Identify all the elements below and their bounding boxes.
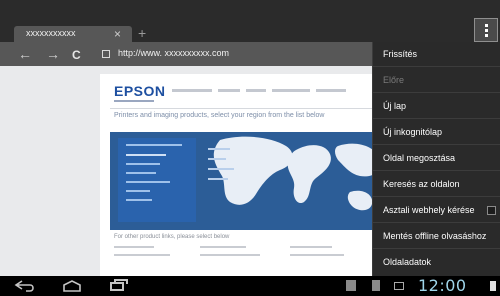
menu-item-label: Asztali webhely kérése bbox=[383, 205, 475, 215]
recent-apps-icon[interactable] bbox=[110, 279, 128, 291]
menu-item-label: Keresés az oldalon bbox=[383, 179, 460, 189]
country-link[interactable] bbox=[208, 158, 226, 160]
panel-heading bbox=[126, 144, 182, 146]
epson-page: EPSON Printers and imaging products, sel… bbox=[100, 74, 390, 276]
back-icon[interactable] bbox=[14, 280, 36, 292]
back-arrow-icon[interactable]: ← bbox=[18, 46, 32, 62]
site-nav-link[interactable] bbox=[172, 89, 212, 92]
country-link[interactable] bbox=[208, 168, 234, 170]
menu-item-label: Új inkognitólap bbox=[383, 127, 443, 137]
system-navigation-bar: 12:00 bbox=[0, 276, 500, 296]
menu-item-new-tab[interactable]: Új lap bbox=[373, 94, 500, 119]
country-link[interactable] bbox=[208, 178, 228, 180]
logo-tagline bbox=[114, 100, 154, 102]
page-icon bbox=[102, 50, 110, 58]
menu-item-find-in-page[interactable]: Keresés az oldalon bbox=[373, 172, 500, 197]
secondary-heading: For other product links, please select b… bbox=[114, 234, 230, 240]
region-link[interactable] bbox=[126, 163, 160, 165]
browser-tab[interactable]: xxxxxxxxxxx × bbox=[14, 26, 132, 42]
desktop-site-checkbox[interactable] bbox=[487, 206, 496, 215]
menu-item-label: Oldal megosztása bbox=[383, 153, 456, 163]
tablet-screen: xxxxxxxxxxx × + ← → C http://www. xxxxxx… bbox=[0, 0, 500, 296]
wifi-icon[interactable] bbox=[394, 282, 404, 290]
tab-bar: xxxxxxxxxxx × + bbox=[0, 0, 500, 42]
region-link[interactable] bbox=[126, 154, 166, 156]
tab-title: xxxxxxxxxxx bbox=[26, 28, 76, 38]
sd-card-icon[interactable] bbox=[372, 280, 380, 291]
region-list-panel bbox=[118, 138, 196, 222]
menu-item-save-offline[interactable]: Mentés offline olvasáshoz bbox=[373, 224, 500, 249]
menu-item-refresh[interactable]: Frissítés bbox=[373, 42, 500, 67]
product-link[interactable] bbox=[290, 254, 344, 256]
product-link[interactable] bbox=[200, 254, 260, 256]
site-nav-link[interactable] bbox=[218, 89, 240, 92]
close-icon[interactable]: × bbox=[114, 26, 121, 42]
menu-item-label: Új lap bbox=[383, 101, 407, 111]
world-map-image bbox=[213, 136, 381, 211]
product-link[interactable] bbox=[114, 254, 170, 256]
menu-item-label: Frissítés bbox=[383, 49, 418, 59]
notification-icon[interactable] bbox=[346, 280, 356, 291]
menu-dot bbox=[484, 28, 488, 32]
product-link[interactable] bbox=[200, 246, 246, 248]
site-nav-link[interactable] bbox=[246, 89, 266, 92]
site-nav-link[interactable] bbox=[272, 89, 310, 92]
epson-logo[interactable]: EPSON bbox=[114, 84, 166, 98]
site-nav-link[interactable] bbox=[316, 89, 346, 92]
clock[interactable]: 12:00 bbox=[418, 276, 467, 296]
country-link[interactable] bbox=[208, 148, 230, 150]
address-bar[interactable]: http://www. xxxxxxxxxx.com bbox=[118, 48, 229, 58]
menu-item-label: Oldaladatok bbox=[383, 257, 432, 267]
region-selector-banner bbox=[110, 132, 384, 230]
product-link[interactable] bbox=[114, 246, 154, 248]
region-link[interactable] bbox=[126, 190, 150, 192]
divider bbox=[110, 108, 384, 109]
new-tab-icon[interactable]: + bbox=[138, 25, 146, 41]
menu-item-forward: Előre bbox=[373, 68, 500, 93]
menu-item-new-incognito-tab[interactable]: Új inkognitólap bbox=[373, 120, 500, 145]
menu-item-label: Előre bbox=[383, 75, 405, 85]
home-icon[interactable] bbox=[62, 280, 82, 292]
menu-item-request-desktop-site[interactable]: Asztali webhely kérése bbox=[373, 198, 500, 223]
page-headline: Printers and imaging products, select yo… bbox=[114, 112, 325, 119]
menu-item-page-info[interactable]: Oldaladatok bbox=[373, 250, 500, 275]
region-link[interactable] bbox=[126, 199, 152, 201]
menu-item-label: Mentés offline olvasáshoz bbox=[383, 231, 487, 241]
menu-item-share-page[interactable]: Oldal megosztása bbox=[373, 146, 500, 171]
menu-dot bbox=[484, 23, 488, 27]
reload-icon[interactable]: C bbox=[72, 47, 81, 63]
forward-arrow-icon[interactable]: → bbox=[46, 46, 60, 62]
region-link[interactable] bbox=[126, 172, 156, 174]
menu-dot bbox=[484, 33, 488, 37]
region-link[interactable] bbox=[126, 181, 170, 183]
product-link[interactable] bbox=[290, 246, 332, 248]
browser-overflow-menu: Frissítés Előre Új lap Új inkognitólap O… bbox=[372, 42, 500, 276]
vertical-ellipsis-icon[interactable] bbox=[474, 18, 498, 42]
battery-icon[interactable] bbox=[490, 281, 496, 291]
